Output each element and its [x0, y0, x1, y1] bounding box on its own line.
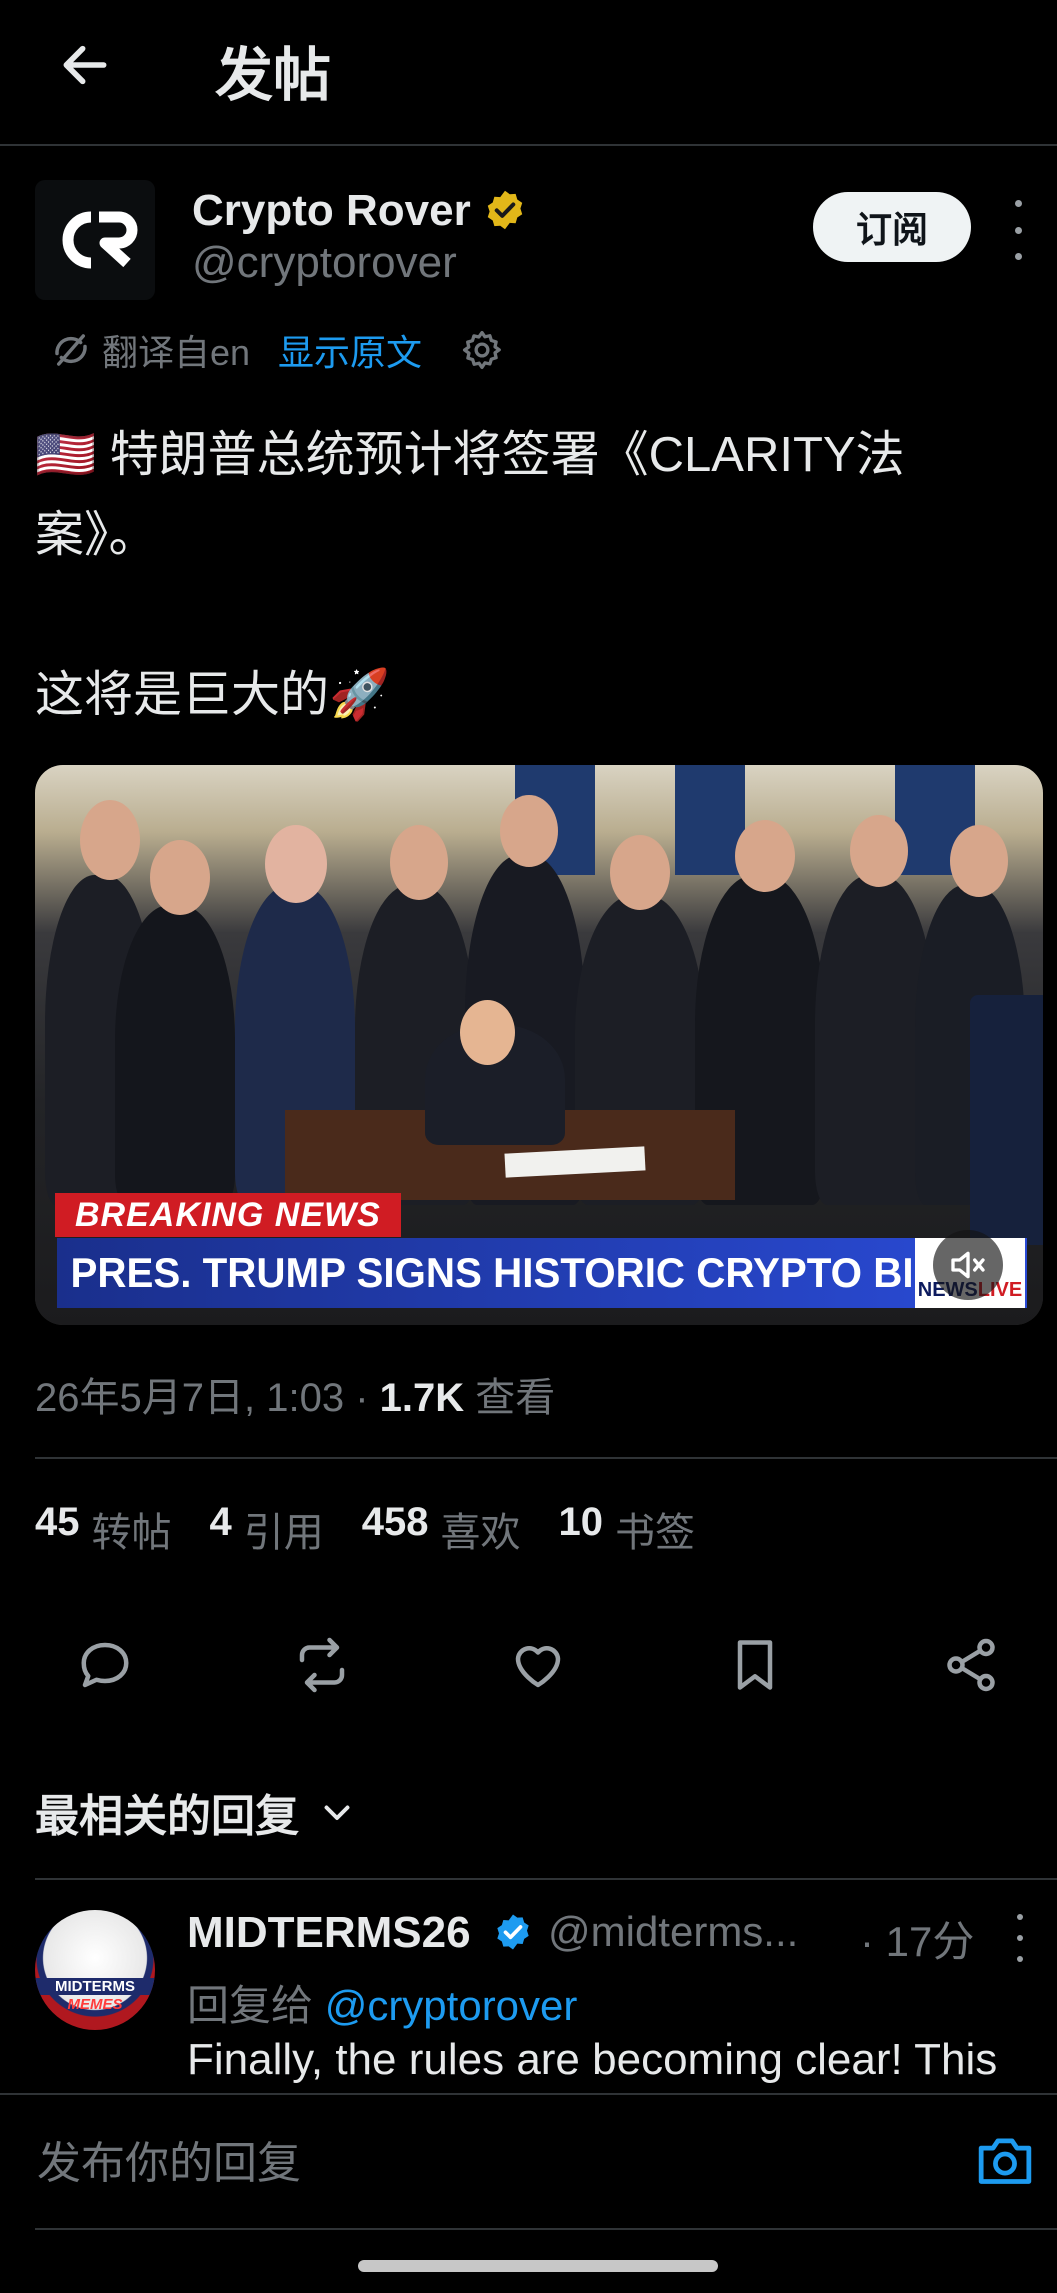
reply-button[interactable] [70, 1630, 140, 1700]
reply-input[interactable] [35, 2095, 939, 2232]
bookmark-icon [737, 1640, 773, 1690]
bookmark-button[interactable] [720, 1630, 790, 1700]
home-indicator[interactable] [358, 2260, 718, 2272]
person-face [390, 825, 448, 900]
repost-icon [299, 1637, 345, 1693]
reply-avatar[interactable]: MIDTERMS MEMES [35, 1910, 155, 2030]
reply-composer [0, 2093, 1057, 2232]
person-face [950, 825, 1008, 897]
person-face [80, 800, 140, 880]
translation-row: 翻译自en 显示原文 [50, 320, 504, 380]
person-face [500, 795, 558, 867]
like-icon [515, 1646, 561, 1688]
news-headline: PRES. TRUMP SIGNS HISTORIC CRYPTO BILL [70, 1249, 963, 1296]
share-icon [947, 1638, 995, 1692]
post-meta: 26年5月7日, 1:03 · 1.7K 查看 [35, 1376, 556, 1420]
person-face [735, 820, 795, 892]
subscribe-button[interactable]: 订阅 [813, 192, 971, 262]
reply-author-handle[interactable]: @midterms... [548, 1908, 818, 1956]
post-video[interactable]: BREAKING NEWS PRES. TRUMP SIGNS HISTORIC… [35, 765, 1043, 1325]
like-button[interactable] [503, 1630, 573, 1700]
more-options-icon[interactable] [1003, 200, 1033, 260]
camera-icon [978, 2138, 1032, 2184]
person [115, 905, 235, 1205]
quotes-stat[interactable]: 4 引用 [210, 1500, 324, 1558]
bookmarks-stat[interactable]: 10 书签 [559, 1500, 696, 1558]
post-author: Crypto Rover @cryptorover 订阅 [35, 180, 1035, 300]
reply-author-name[interactable]: MIDTERMS26 [187, 1908, 471, 1958]
person-face [850, 815, 908, 887]
crypto-rover-logo [62, 211, 138, 269]
share-button[interactable] [936, 1630, 1006, 1700]
views-label: 查看 [475, 1376, 556, 1420]
views-count: 1.7K [379, 1376, 465, 1420]
person-face [150, 840, 210, 915]
translated-from-label: 翻译自en [102, 332, 251, 373]
breaking-news-label: BREAKING NEWS [55, 1193, 401, 1237]
likes-stat[interactable]: 458 喜欢 [362, 1500, 521, 1558]
verified-badge-icon [487, 190, 523, 230]
author-avatar[interactable] [35, 180, 155, 300]
person-face [265, 825, 327, 903]
reply-text: Finally, the rules are becoming clear! T… [187, 2035, 998, 2084]
post-text: 🇺🇸 特朗普总统预计将签署《CLARITY法案》。 这将是巨大的🚀 [35, 428, 905, 722]
translate-icon [55, 334, 87, 366]
post-stats: 45 转帖 4 引用 458 喜欢 10 书签 [35, 1500, 695, 1558]
repost-button[interactable] [287, 1630, 357, 1700]
reply-item[interactable]: MIDTERMS MEMES MIDTERMS26 @midterms... ·… [0, 1880, 1057, 2090]
author-name[interactable]: Crypto Rover [192, 186, 471, 236]
news-headline-bar: PRES. TRUMP SIGNS HISTORIC CRYPTO BILL N… [57, 1238, 1027, 1308]
page-title: 发帖 [215, 43, 332, 108]
verified-badge-icon [497, 1914, 529, 1950]
muted-speaker-icon [951, 1251, 985, 1279]
post-actions [70, 1630, 1010, 1700]
top-bar: 发帖 [0, 0, 1057, 146]
camera-button[interactable] [970, 2130, 1040, 2190]
more-options-icon[interactable] [1010, 1914, 1030, 1962]
person-face [610, 835, 670, 910]
reply-icon [81, 1642, 129, 1688]
mute-button[interactable] [933, 1230, 1003, 1300]
author-handle[interactable]: @cryptorover [192, 238, 457, 288]
back-button[interactable] [50, 30, 120, 100]
person-face [460, 1000, 515, 1065]
translation-settings-button[interactable] [460, 328, 504, 372]
divider [35, 1457, 1057, 1459]
reply-to-line: 回复给 @cryptorover [187, 1982, 578, 2029]
reply-time: · 17分 [860, 1918, 975, 1965]
reposts-stat[interactable]: 45 转帖 [35, 1500, 172, 1558]
gear-icon [462, 330, 501, 370]
podium [970, 995, 1043, 1245]
post-timestamp[interactable]: 26年5月7日, 1:03 [35, 1376, 344, 1420]
replies-sort-dropdown[interactable]: 最相关的回复 [35, 1780, 355, 1844]
divider [35, 2228, 1057, 2230]
chevron-down-icon [324, 1805, 350, 1820]
show-original-link[interactable]: 显示原文 [278, 324, 422, 376]
arrow-left-icon [63, 45, 107, 85]
mention-link[interactable]: @cryptorover [325, 1982, 578, 2029]
